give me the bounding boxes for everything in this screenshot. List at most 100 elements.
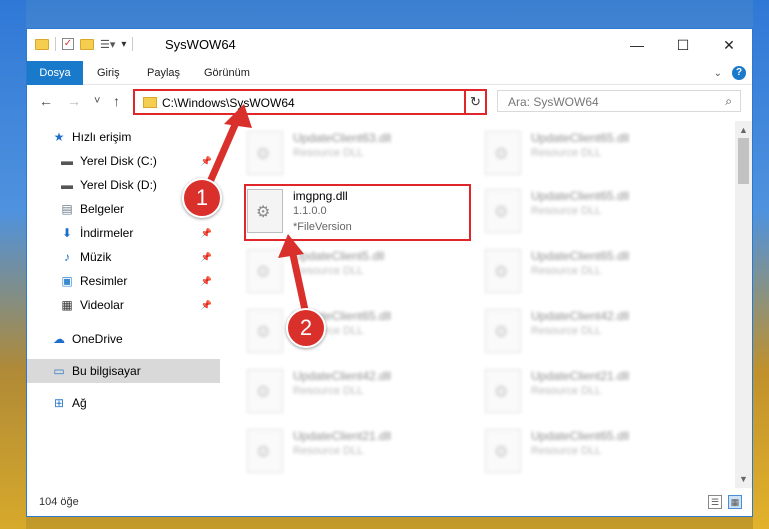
file-name: UpdateClient21.dll <box>293 429 392 443</box>
address-bar[interactable]: C:\Windows\SysWOW64 ⌄ <box>133 89 487 115</box>
forward-arrow-icon[interactable]: → <box>67 93 81 109</box>
scroll-down-icon[interactable]: ▼ <box>739 474 748 484</box>
file-name: UpdateClient65.dll <box>531 189 630 203</box>
window-title: SysWOW64 <box>165 37 236 52</box>
details-view-icon[interactable]: ☰ <box>708 495 722 509</box>
pin-icon[interactable]: 📌 <box>201 300 212 311</box>
list-item[interactable]: ⚙ UpdateClient5.dll Resource DLL <box>243 243 473 301</box>
tab-view[interactable]: Görünüm <box>204 61 250 85</box>
back-arrow-icon[interactable]: ← <box>39 93 53 109</box>
file-name: UpdateClient21.dll <box>531 369 630 383</box>
dll-file-icon: ⚙ <box>485 429 521 473</box>
list-item[interactable]: ⚙ UpdateClient21.dll Resource DLL <box>243 423 473 481</box>
file-name: UpdateClient63.dll <box>293 131 392 145</box>
pin-icon[interactable]: 📌 <box>201 276 212 287</box>
list-item[interactable]: ⚙ UpdateClient65.dll Resource DLL <box>243 303 473 361</box>
file-name: UpdateClient65.dll <box>531 249 630 263</box>
sidebar-item-label: Hızlı erişim <box>72 130 132 144</box>
sidebar-item-pictures[interactable]: ▣ Resimler 📌 <box>27 269 220 293</box>
list-item[interactable]: ⚙ UpdateClient65.dll Resource DLL <box>481 125 711 183</box>
divider <box>55 37 56 51</box>
expand-ribbon-icon[interactable]: ⌄ <box>714 68 722 79</box>
pin-icon[interactable]: 📌 <box>201 252 212 263</box>
dll-file-icon: ⚙ <box>485 131 521 175</box>
drive-icon: ▬ <box>61 178 73 192</box>
pictures-icon: ▣ <box>61 274 73 288</box>
file-name: UpdateClient65.dll <box>531 131 630 145</box>
scrollbar-thumb[interactable] <box>738 138 749 184</box>
title-bar: ✓ ☰▾ ▾ SysWOW64 — ☐ ✕ <box>27 29 752 61</box>
file-type: Resource DLL <box>531 265 602 277</box>
window-controls: — ☐ ✕ <box>614 29 752 61</box>
item-count: 104 öğe <box>39 496 79 508</box>
list-item[interactable]: ⚙ UpdateClient65.dll Resource DLL <box>481 423 711 481</box>
tab-share[interactable]: Paylaş <box>147 61 180 85</box>
sidebar-item-this-pc[interactable]: ▭ Bu bilgisayar <box>27 359 220 383</box>
list-item[interactable]: ⚙ UpdateClient63.dll Resource DLL <box>243 125 473 183</box>
recent-locations-icon[interactable]: ˅ <box>94 95 100 107</box>
search-box[interactable]: Ara: SysWOW64 ⌕ <box>497 90 741 112</box>
tab-file[interactable]: Dosya <box>27 61 83 85</box>
sidebar-item-label: OneDrive <box>72 332 123 346</box>
pin-icon[interactable]: 📌 <box>201 156 212 167</box>
file-name: UpdateClient65.dll <box>531 429 630 443</box>
file-type: Resource DLL <box>531 385 602 397</box>
sidebar-item-quick-access[interactable]: ★ Hızlı erişim <box>27 125 220 149</box>
new-folder-icon[interactable] <box>80 38 94 50</box>
list-item[interactable]: ⚙ UpdateClient65.dll Resource DLL <box>481 183 711 241</box>
drive-icon: ▬ <box>61 154 73 168</box>
toolbar-dropdown-icon[interactable]: ▾ <box>121 39 126 50</box>
tiles-view-icon[interactable]: ▦ <box>728 495 742 509</box>
sidebar-item-label: Bu bilgisayar <box>72 364 141 378</box>
step-1-badge: 1 <box>182 178 222 218</box>
dll-file-icon: ⚙ <box>485 369 521 413</box>
up-arrow-icon[interactable]: ↑ <box>113 93 120 109</box>
file-type: Resource DLL <box>531 445 602 457</box>
dll-file-icon: ⚙ <box>485 249 521 293</box>
vertical-scrollbar[interactable]: ▲ ▼ <box>735 121 752 488</box>
pin-icon[interactable]: 📌 <box>201 228 212 239</box>
cloud-icon: ☁ <box>53 332 65 346</box>
file-type: Resource DLL <box>293 385 364 397</box>
close-button[interactable]: ✕ <box>706 29 752 61</box>
address-path[interactable]: C:\Windows\SysWOW64 <box>162 96 295 110</box>
customize-toolbar-icon[interactable]: ☰▾ <box>100 38 115 51</box>
dll-file-icon: ⚙ <box>247 429 283 473</box>
list-item[interactable]: ⚙ UpdateClient21.dll Resource DLL <box>481 363 711 421</box>
status-bar: 104 öğe ☰ ▦ <box>27 488 752 516</box>
search-icon[interactable]: ⌕ <box>725 94 732 109</box>
dll-file-icon: ⚙ <box>485 189 521 233</box>
sidebar-item-label: Resimler <box>80 274 128 288</box>
sidebar-item-label: Yerel Disk (D:) <box>80 178 157 192</box>
file-type: Resource DLL <box>531 205 602 217</box>
folder-icon <box>35 38 49 50</box>
help-icon[interactable]: ? <box>732 66 746 80</box>
scroll-up-icon[interactable]: ▲ <box>739 125 748 135</box>
list-item[interactable]: ⚙ UpdateClient42.dll Resource DLL <box>481 303 711 361</box>
dll-file-icon: ⚙ <box>247 131 283 175</box>
sidebar-item-downloads[interactable]: ⬇ İndirmeler 📌 <box>27 221 220 245</box>
file-name: UpdateClient42.dll <box>293 369 392 383</box>
list-item[interactable]: ⚙ UpdateClient42.dll Resource DLL <box>243 363 473 421</box>
file-name: UpdateClient42.dll <box>531 309 630 323</box>
sidebar-item-music[interactable]: ♪ Müzik 📌 <box>27 245 220 269</box>
search-placeholder[interactable]: Ara: SysWOW64 <box>508 95 599 109</box>
sidebar-item-videos[interactable]: ▦ Videolar 📌 <box>27 293 220 317</box>
maximize-button[interactable]: ☐ <box>660 29 706 61</box>
list-item[interactable]: ⚙ UpdateClient65.dll Resource DLL <box>481 243 711 301</box>
sidebar-item-network[interactable]: ⊞ Ağ <box>27 391 220 415</box>
folder-icon <box>143 97 157 108</box>
refresh-button[interactable]: ↻ <box>464 89 487 115</box>
quick-access-toolbar: ✓ ☰▾ ▾ <box>35 37 134 51</box>
file-type: Resource DLL <box>293 265 364 277</box>
sidebar-item-onedrive[interactable]: ☁ OneDrive <box>27 327 220 351</box>
network-icon: ⊞ <box>53 396 65 410</box>
explorer-window: ✓ ☰▾ ▾ SysWOW64 — ☐ ✕ Dosya Giriş Paylaş… <box>26 28 753 517</box>
minimize-button[interactable]: — <box>614 29 660 61</box>
file-highlight-box <box>244 184 471 241</box>
download-icon: ⬇ <box>61 226 73 240</box>
view-switcher: ☰ ▦ <box>708 495 742 509</box>
tab-home[interactable]: Giriş <box>97 61 120 85</box>
sidebar-item-local-disk-c[interactable]: ▬ Yerel Disk (C:) 📌 <box>27 149 220 173</box>
properties-icon[interactable]: ✓ <box>62 38 74 50</box>
